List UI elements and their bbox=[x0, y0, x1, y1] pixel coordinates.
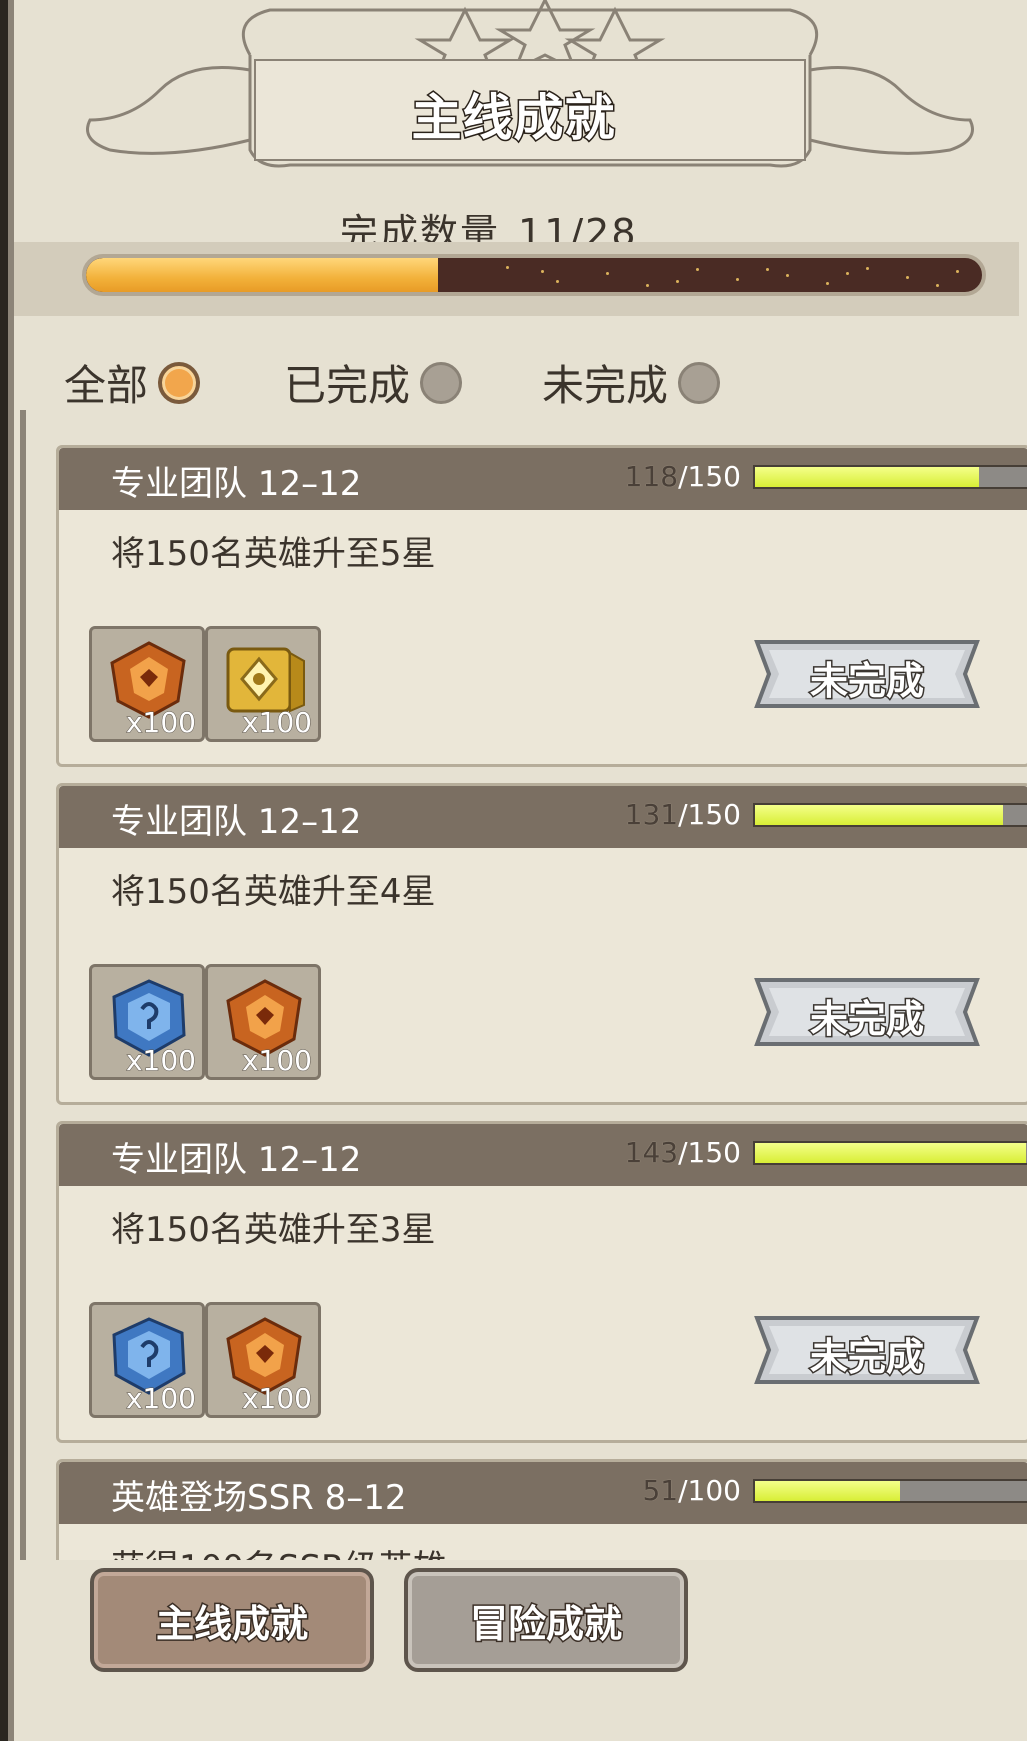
achievement-progress-text: 131/150 bbox=[571, 798, 741, 831]
filter-all-label: 全部 bbox=[64, 361, 149, 410]
achievement-progress-bar bbox=[753, 465, 1027, 489]
achievement-description: 获得100名SSR级英雄 bbox=[111, 1540, 447, 1560]
reward-quantity: x100 bbox=[125, 706, 196, 740]
progress-current: 51 bbox=[642, 1474, 679, 1507]
filter-all[interactable]: 全部 bbox=[64, 352, 201, 413]
sparkle bbox=[936, 284, 939, 287]
page-title: 主线成就 bbox=[410, 88, 616, 149]
sparkle bbox=[696, 268, 699, 271]
filter-completed[interactable]: 已完成 bbox=[284, 352, 463, 413]
reward-slot[interactable]: x100 bbox=[205, 964, 321, 1080]
sparkle bbox=[866, 267, 869, 270]
status-button[interactable]: 未完成 bbox=[749, 1314, 985, 1386]
reward-slot[interactable]: x100 bbox=[205, 626, 321, 742]
achievement-progress-fill bbox=[755, 1143, 1026, 1163]
achievement-description: 将150名英雄升至4星 bbox=[111, 872, 436, 912]
filter-completed-radio[interactable] bbox=[420, 361, 463, 404]
reward-quantity: x100 bbox=[125, 1044, 196, 1078]
card-header: 专业团队 12–12 118/150 bbox=[59, 448, 1027, 510]
achievement-name: 专业团队 12–12 bbox=[111, 1140, 362, 1180]
achievement-progress-bar bbox=[753, 1141, 1027, 1165]
reward-slot[interactable]: x100 bbox=[205, 1302, 321, 1418]
completion-progress-bar bbox=[82, 254, 986, 296]
reward-quantity: x100 bbox=[241, 706, 312, 740]
status-button[interactable]: 未完成 bbox=[749, 976, 985, 1048]
achievement-progress-text: 118/150 bbox=[571, 460, 741, 493]
sparkle bbox=[786, 274, 789, 277]
sparkle bbox=[766, 268, 769, 271]
progress-total: /150 bbox=[678, 460, 741, 493]
sparkle bbox=[506, 266, 509, 269]
achievement-list[interactable]: 专业团队 12–12 118/150 将150名英雄升至5星 x100 x100 bbox=[20, 410, 1027, 1560]
achievement-progress-fill bbox=[755, 1481, 900, 1501]
card-header: 专业团队 12–12 131/150 bbox=[59, 786, 1027, 848]
progress-total: /150 bbox=[678, 798, 741, 831]
reward-quantity: x100 bbox=[241, 1044, 312, 1078]
sparkle bbox=[606, 272, 609, 275]
sparkle bbox=[541, 270, 544, 273]
achievement-card: 专业团队 12–12 118/150 将150名英雄升至5星 x100 x100 bbox=[56, 445, 1027, 767]
progress-total: /100 bbox=[678, 1474, 741, 1507]
achievement-card: 英雄登场SSR 8–12 51/100 获得100名SSR级英雄 bbox=[56, 1459, 1027, 1560]
status-label: 未完成 bbox=[808, 996, 925, 1043]
achievement-progress-fill bbox=[755, 467, 979, 487]
sparkle bbox=[646, 284, 649, 287]
status-label: 未完成 bbox=[808, 658, 925, 705]
tab-main-achievements-label: 主线成就 bbox=[154, 1600, 309, 1647]
achievement-description: 将150名英雄升至3星 bbox=[111, 1210, 436, 1250]
sparkle bbox=[846, 272, 849, 275]
filter-incomplete-label: 未完成 bbox=[542, 361, 669, 410]
filter-incomplete[interactable]: 未完成 bbox=[542, 352, 721, 413]
tab-adventure-achievements[interactable]: 冒险成就 bbox=[404, 1568, 688, 1672]
achievement-progress-fill bbox=[755, 805, 1003, 825]
card-header: 英雄登场SSR 8–12 51/100 bbox=[59, 1462, 1027, 1524]
tab-adventure-achievements-label: 冒险成就 bbox=[468, 1600, 623, 1647]
filter-incomplete-radio[interactable] bbox=[678, 361, 721, 404]
sparkle bbox=[956, 270, 959, 273]
reward-slot[interactable]: x100 bbox=[89, 964, 205, 1080]
sparkle bbox=[906, 276, 909, 279]
sparkle bbox=[826, 282, 829, 285]
reward-quantity: x100 bbox=[241, 1382, 312, 1416]
reward-slot[interactable]: x100 bbox=[89, 626, 205, 742]
sparkle bbox=[556, 280, 559, 283]
tab-main-achievements[interactable]: 主线成就 bbox=[90, 1568, 374, 1672]
progress-current: 131 bbox=[624, 798, 679, 831]
achievement-progress-text: 143/150 bbox=[571, 1136, 741, 1169]
achievement-name: 专业团队 12–12 bbox=[111, 464, 362, 504]
progress-total: /150 bbox=[678, 1136, 741, 1169]
achievement-name: 英雄登场SSR 8–12 bbox=[111, 1478, 407, 1518]
achievement-progress-bar bbox=[753, 803, 1027, 827]
card-header: 专业团队 12–12 143/150 bbox=[59, 1124, 1027, 1186]
reward-slot[interactable]: x100 bbox=[89, 1302, 205, 1418]
progress-current: 118 bbox=[624, 460, 679, 493]
achievement-card: 专业团队 12–12 143/150 将150名英雄升至3星 x100 x100 bbox=[56, 1121, 1027, 1443]
status-button[interactable]: 未完成 bbox=[749, 638, 985, 710]
sparkle bbox=[676, 280, 679, 283]
achievement-name: 专业团队 12–12 bbox=[111, 802, 362, 842]
filter-all-radio[interactable] bbox=[158, 361, 201, 404]
progress-current: 143 bbox=[624, 1136, 679, 1169]
achievement-card: 专业团队 12–12 131/150 将150名英雄升至4星 x100 x100 bbox=[56, 783, 1027, 1105]
achievement-progress-text: 51/100 bbox=[571, 1474, 741, 1507]
achievement-description: 将150名英雄升至5星 bbox=[111, 534, 436, 574]
completion-progress-fill bbox=[86, 258, 439, 292]
achievement-progress-bar bbox=[753, 1479, 1027, 1503]
status-label: 未完成 bbox=[808, 1334, 925, 1381]
sparkle bbox=[736, 278, 739, 281]
reward-quantity: x100 bbox=[125, 1382, 196, 1416]
filter-completed-label: 已完成 bbox=[284, 361, 411, 410]
